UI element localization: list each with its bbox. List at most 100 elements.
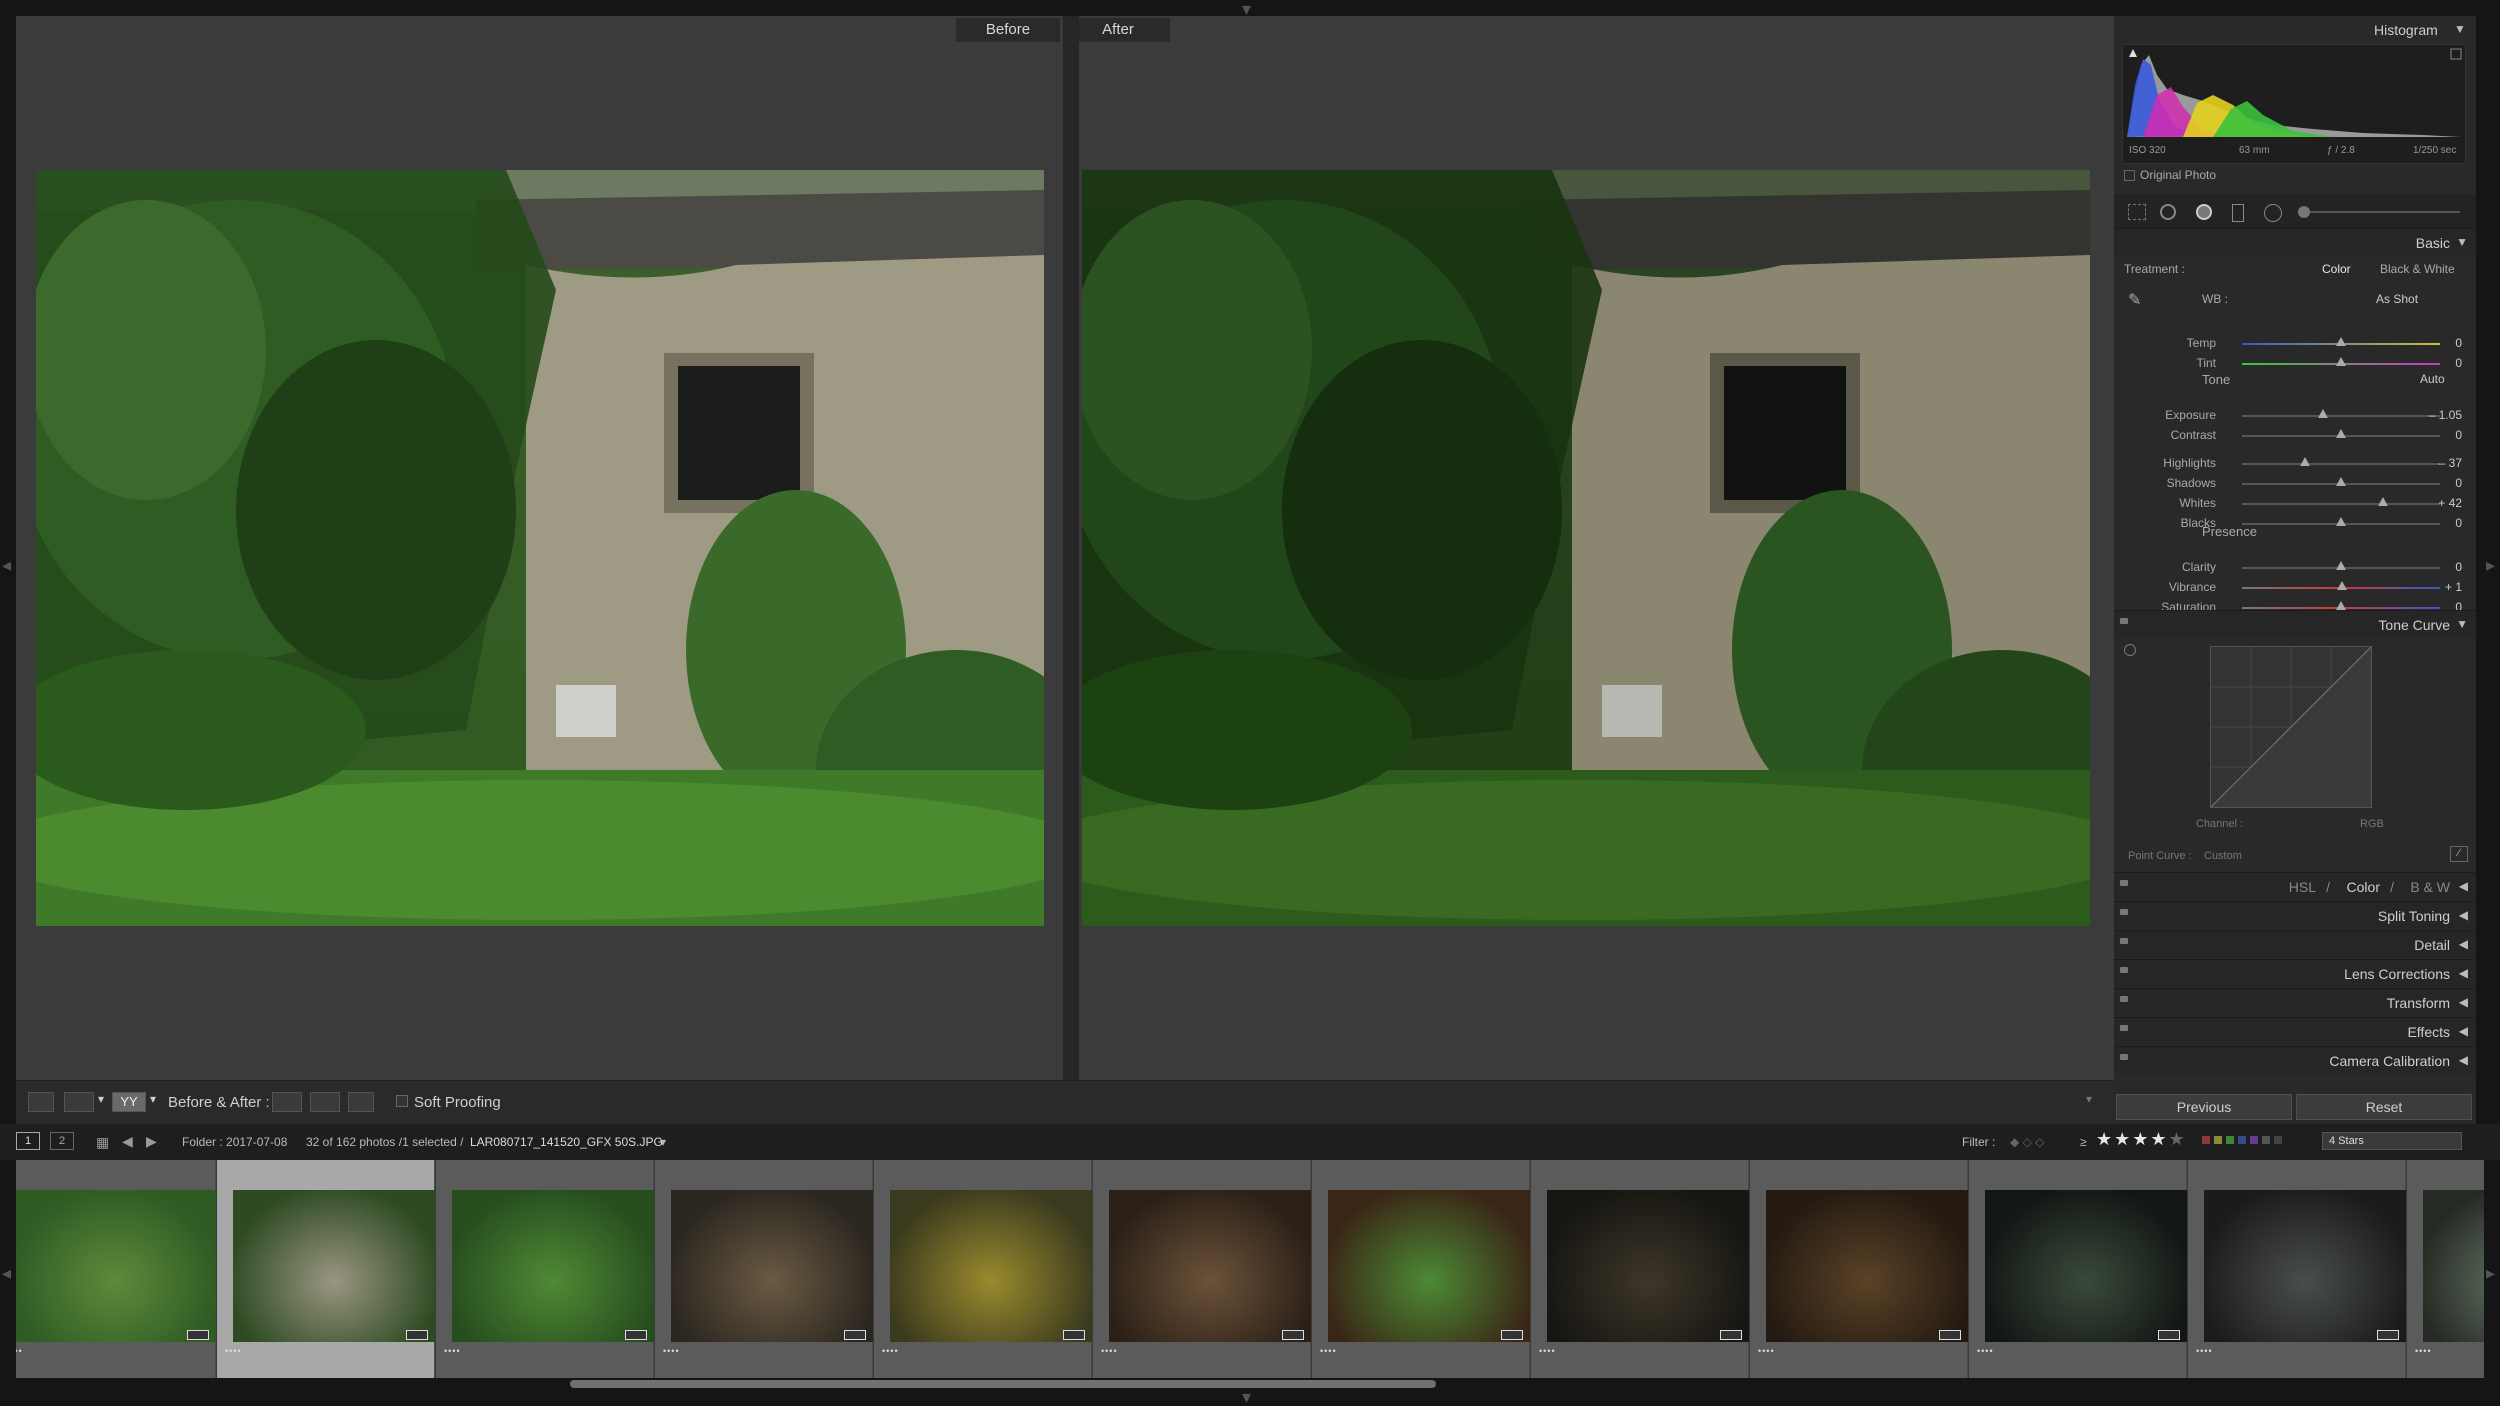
treatment-color-option[interactable]: Color [2322, 262, 2351, 276]
slider-value[interactable]: 0 [2455, 516, 2462, 530]
color-label-filter[interactable] [2202, 1136, 2302, 1146]
soft-proofing-checkbox[interactable] [396, 1095, 408, 1107]
effects-section-header[interactable]: Effects ◀ [2114, 1017, 2476, 1045]
slider-vibrance[interactable]: Vibrance + 1 [2114, 578, 2476, 596]
lens-corrections-expand-icon[interactable]: ◀ [2459, 966, 2468, 980]
crop-tool-icon[interactable] [2128, 204, 2146, 220]
tone-curve-section-header[interactable]: Tone Curve ▼ [2114, 610, 2476, 638]
red-eye-icon[interactable] [2196, 204, 2212, 220]
filmstrip-right-toggle-icon[interactable]: ▸ [2486, 1264, 2495, 1282]
before-photo[interactable] [36, 170, 1044, 926]
basic-section-header[interactable]: Basic ▼ [2114, 228, 2476, 256]
second-screen-button[interactable]: 2 [50, 1132, 74, 1150]
hsl-expand-icon[interactable]: ◀ [2459, 879, 2468, 893]
previous-button[interactable]: Previous [2116, 1094, 2292, 1120]
slider-value[interactable]: 0 [2455, 356, 2462, 370]
filmstrip-thumbnail[interactable]: •••• [217, 1160, 435, 1378]
filmstrip-left-toggle-icon[interactable]: ◂ [2, 1264, 11, 1282]
copy-after-to-before-button[interactable] [310, 1092, 340, 1112]
split-toning-section-header[interactable]: Split Toning ◀ [2114, 901, 2476, 929]
lens-corrections-switch[interactable] [2120, 967, 2128, 973]
detail-switch[interactable] [2120, 938, 2128, 944]
transform-section-header[interactable]: Transform ◀ [2114, 988, 2476, 1016]
split-toning-switch[interactable] [2120, 909, 2128, 915]
rating-ge-symbol[interactable]: ≥ [2080, 1135, 2087, 1149]
slider-knob[interactable] [2336, 517, 2346, 526]
slider-value[interactable]: – 37 [2439, 456, 2462, 470]
compare-dropdown-icon[interactable]: ▾ [98, 1092, 104, 1106]
copy-before-to-after-button[interactable] [272, 1092, 302, 1112]
bottom-panel-toggle-icon[interactable]: ▾ [1242, 1388, 1251, 1406]
hsl-section-header[interactable]: HSL / Color / B & W ◀ [2114, 872, 2476, 900]
tone-curve-graph[interactable] [2210, 646, 2372, 808]
transform-expand-icon[interactable]: ◀ [2459, 995, 2468, 1009]
filename-dropdown-icon[interactable]: ▾ [660, 1135, 666, 1149]
point-curve-dropdown[interactable]: Custom [2204, 850, 2242, 862]
folder-path[interactable]: Folder : 2017-07-08 [182, 1135, 287, 1149]
filmstrip-thumbnail[interactable]: •••• [1750, 1160, 1968, 1378]
brush-slider[interactable] [2310, 211, 2460, 213]
slider-contrast[interactable]: Contrast 0 [2114, 426, 2476, 444]
slider-knob[interactable] [2336, 429, 2346, 438]
main-screen-button[interactable]: 1 [16, 1132, 40, 1150]
edit-point-curve-icon[interactable]: ⁄ [2450, 846, 2468, 862]
view-mode-dropdown-icon[interactable]: ▾ [150, 1092, 156, 1106]
treatment-bw-option[interactable]: Black & White [2380, 262, 2455, 276]
filmstrip-thumbnail[interactable]: •••• [655, 1160, 873, 1378]
slider-knob[interactable] [2336, 601, 2346, 610]
targeted-adjustment-icon[interactable] [2124, 644, 2136, 656]
adjustment-brush-icon[interactable] [2298, 206, 2310, 218]
histogram-collapse-icon[interactable]: ▼ [2454, 22, 2466, 36]
slider-value[interactable]: – 1.05 [2429, 408, 2462, 422]
slider-knob[interactable] [2300, 457, 2311, 466]
slider-blacks[interactable]: Blacks 0 [2114, 514, 2476, 532]
slider-value[interactable]: 0 [2455, 560, 2462, 574]
slider-highlights[interactable]: Highlights – 37 [2114, 454, 2476, 472]
slider-temp[interactable]: Temp 0 [2114, 334, 2476, 352]
filmstrip-thumbnail[interactable]: •••• [1312, 1160, 1530, 1378]
original-photo-checkbox[interactable] [2124, 170, 2135, 181]
right-panel-toggle-icon[interactable]: ▸ [2486, 556, 2495, 574]
hsl-switch[interactable] [2120, 880, 2128, 886]
filter-preset-dropdown[interactable]: 4 Stars [2322, 1132, 2462, 1150]
slider-exposure[interactable]: Exposure – 1.05 [2114, 406, 2476, 424]
camera-calibration-switch[interactable] [2120, 1054, 2128, 1060]
slider-track[interactable] [2242, 503, 2440, 505]
back-arrow-icon[interactable]: ◀ [122, 1133, 133, 1150]
filmstrip-thumbnail[interactable]: •••• [1531, 1160, 1749, 1378]
filmstrip-thumbnail[interactable]: •••• [2188, 1160, 2406, 1378]
filmstrip-thumbnail[interactable]: •••• [436, 1160, 654, 1378]
radial-filter-icon[interactable] [2264, 204, 2282, 222]
graduated-filter-icon[interactable] [2232, 204, 2244, 222]
camera-calibration-section-header[interactable]: Camera Calibration ◀ [2114, 1046, 2476, 1074]
slider-value[interactable]: 0 [2455, 428, 2462, 442]
slider-track[interactable] [2242, 463, 2440, 465]
hsl-tab[interactable]: HSL [2289, 879, 2316, 895]
rating-filter-stars[interactable]: ★★★★★ [2096, 1129, 2187, 1150]
after-photo[interactable] [1082, 170, 2090, 926]
before-after-mode-button[interactable]: YY [112, 1092, 146, 1112]
color-tab[interactable]: Color [2347, 879, 2380, 895]
slider-knob[interactable] [2336, 561, 2346, 570]
slider-track[interactable] [2242, 415, 2440, 417]
slider-tint[interactable]: Tint 0 [2114, 354, 2476, 372]
filmstrip-thumbnail[interactable]: •••• [1093, 1160, 1311, 1378]
spot-removal-icon[interactable] [2160, 204, 2176, 220]
swap-before-after-button[interactable] [348, 1092, 374, 1112]
lens-corrections-section-header[interactable]: Lens Corrections ◀ [2114, 959, 2476, 987]
histogram-display[interactable]: ISO 320 63 mm ƒ / 2.8 1/250 sec [2122, 44, 2466, 164]
wb-dropdown[interactable]: As Shot [2376, 292, 2418, 306]
split-toning-expand-icon[interactable]: ◀ [2459, 908, 2468, 922]
slider-whites[interactable]: Whites + 42 [2114, 494, 2476, 512]
camera-calibration-expand-icon[interactable]: ◀ [2459, 1053, 2468, 1067]
filmstrip-thumbnail[interactable]: •••• [874, 1160, 1092, 1378]
slider-knob[interactable] [2336, 337, 2346, 346]
slider-shadows[interactable]: Shadows 0 [2114, 474, 2476, 492]
detail-section-header[interactable]: Detail ◀ [2114, 930, 2476, 958]
tone-curve-collapse-icon[interactable]: ▼ [2456, 617, 2468, 631]
filmstrip-thumbnail[interactable]: •••• [2407, 1160, 2484, 1378]
flag-filter-icons[interactable]: ◆ ◇ ◇ [2010, 1135, 2044, 1149]
forward-arrow-icon[interactable]: ▶ [146, 1133, 157, 1150]
grid-view-icon[interactable]: ▦ [96, 1134, 109, 1151]
channel-dropdown[interactable]: RGB [2360, 818, 2384, 830]
